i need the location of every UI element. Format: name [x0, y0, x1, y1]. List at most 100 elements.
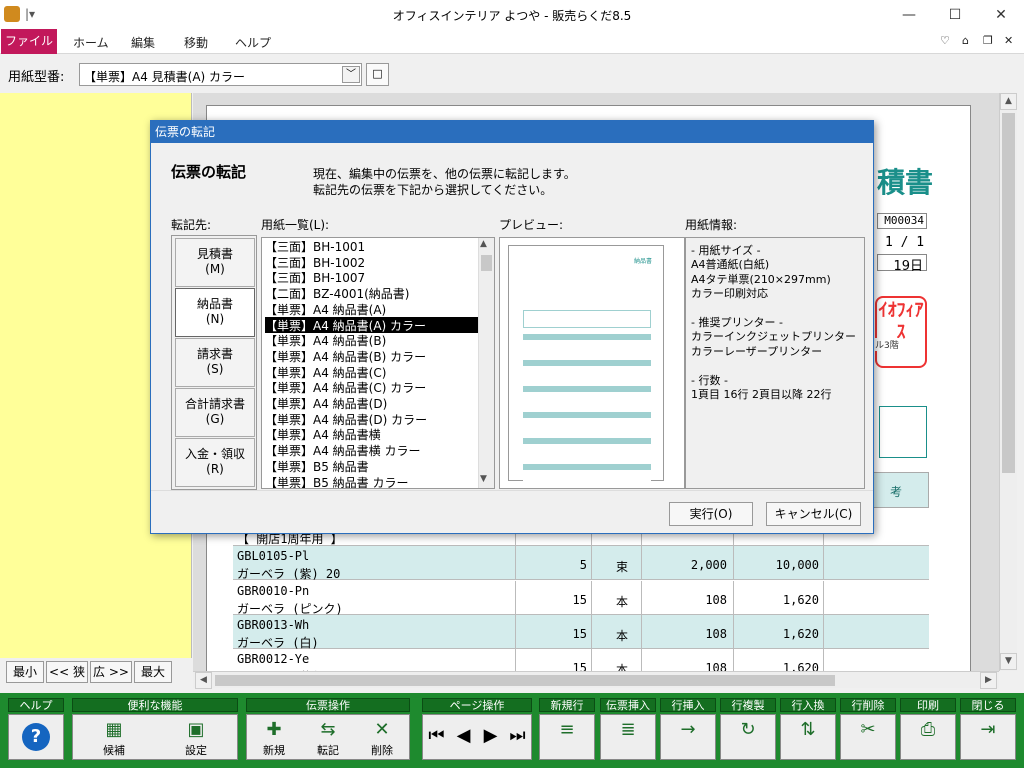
window-close-small-icon[interactable]: ✕ — [1004, 34, 1013, 47]
cell-price: 2,000 — [690, 558, 727, 572]
zoom-max-button[interactable]: 最大 — [134, 661, 172, 683]
table-row[interactable]: GBR0010-Pn ガーベラ (ピンク) 15 本 108 1,620 — [233, 581, 929, 616]
list-scrollbar[interactable]: ▲ ▼ — [478, 238, 494, 488]
dest-button-label: 合計請求書 — [184, 397, 245, 411]
form-list-item[interactable]: 【単票】A4 納品書横 カラー — [265, 442, 479, 458]
preview-line — [523, 412, 651, 418]
bottom-button-6-0[interactable]: → — [661, 715, 715, 759]
company-stamp: ｲｵﾌｨｱｽ — [875, 296, 927, 368]
bottom-button-label: 設定 — [185, 744, 207, 757]
bottom-button-0-0[interactable]: ? — [9, 715, 63, 759]
cell-divider — [733, 615, 734, 648]
minimize-icon[interactable]: — — [886, 0, 932, 30]
bottom-group-8: 行入換 ⇅ — [780, 698, 836, 760]
bottom-group-label: ページ操作 — [422, 698, 532, 712]
scroll-right-icon[interactable]: ▶ — [980, 672, 997, 689]
bottom-group-label: ヘルプ — [8, 698, 64, 712]
zoom-narrow-button[interactable]: << 狭 — [46, 661, 88, 683]
menu-edit[interactable]: 編集 — [131, 34, 155, 51]
form-list-item[interactable]: 【単票】A4 納品書横 — [265, 426, 479, 442]
list-scroll-up-icon[interactable]: ▲ — [480, 239, 487, 249]
menu-file[interactable]: ファイル — [1, 29, 57, 54]
table-row[interactable]: GBL0105-Pl ガーベラ (紫) 20 5 束 2,000 10,000 — [233, 546, 929, 581]
bottom-button-4-0[interactable]: ≡ — [540, 715, 594, 759]
form-list-item[interactable]: 【単票】B5 納品書 カラー — [265, 474, 479, 489]
cell-amount: 1,620 — [782, 627, 819, 641]
form-list-item[interactable]: 【三面】BH-1002 — [265, 254, 479, 270]
cell-code: GBR0010-Pn — [237, 584, 310, 598]
bottom-button-2-2[interactable]: ✕ 削除 — [355, 715, 409, 759]
execute-button[interactable]: 実行(O) — [669, 502, 753, 526]
form-list-item[interactable]: 【単票】A4 納品書(D) カラー — [265, 411, 479, 427]
next-page-icon: ▶ — [483, 725, 498, 746]
dest-button-2[interactable]: 請求書 (S) — [175, 338, 255, 387]
bottom-group-9: 行削除 ✂ — [840, 698, 896, 760]
form-list-item[interactable]: 【単票】A4 納品書(D) — [265, 395, 479, 411]
info-label: 用紙情報: — [685, 218, 738, 232]
form-list-item[interactable]: 【単票】A4 納品書(C) — [265, 364, 479, 380]
bottom-group-body: ≣ — [600, 714, 656, 760]
scroll-thumb[interactable] — [1002, 113, 1015, 473]
form-option-button[interactable]: □ — [366, 63, 389, 86]
horizontal-scrollbar[interactable]: ◀ ▶ — [193, 671, 999, 689]
bottom-button-11-0[interactable]: ⇥ — [961, 715, 1015, 759]
restore-ribbon-icon[interactable]: ⌂ — [962, 34, 969, 47]
dest-button-1[interactable]: 納品書 (N) — [175, 288, 255, 337]
bottom-button-1-1[interactable]: ▣ 設定 — [155, 715, 237, 759]
zoom-min-button[interactable]: 最小 — [6, 661, 44, 683]
bottom-group-label: 行削除 — [840, 698, 896, 712]
bottom-button-3-0[interactable]: ⏮ — [423, 715, 450, 759]
form-type-select[interactable]: 【単票】A4 見積書(A) カラー ﹀ — [79, 63, 362, 86]
list-scroll-down-icon[interactable]: ▼ — [480, 474, 487, 484]
zoom-wide-button[interactable]: 広 >> — [90, 661, 132, 683]
form-list-item[interactable]: 【単票】A4 納品書(C) カラー — [265, 379, 479, 395]
hscroll-thumb[interactable] — [215, 675, 835, 686]
bottom-button-8-0[interactable]: ⇅ — [781, 715, 835, 759]
bottom-button-10-0[interactable]: ⎙ — [901, 715, 955, 759]
maximize-icon[interactable]: ☐ — [932, 0, 978, 30]
form-list-item[interactable]: 【三面】BH-1001 — [265, 238, 479, 254]
menu-help[interactable]: ヘルプ — [235, 34, 271, 51]
dialog-footer — [151, 490, 873, 533]
cell-price: 108 — [705, 627, 727, 641]
form-list-item[interactable]: 【単票】A4 納品書(A) カラー — [265, 316, 479, 333]
favorite-icon[interactable]: ♡ — [940, 34, 950, 47]
form-list[interactable]: 【三面】BH-1001 【三面】BH-1002 【三面】BH-1007 【二面】BZ-… — [261, 237, 495, 489]
vertical-scrollbar[interactable]: ▲ ▼ — [999, 93, 1017, 671]
form-list-item[interactable]: 【単票】A4 納品書(B) — [265, 332, 479, 348]
form-list-item[interactable]: 【単票】B5 納品書 — [265, 458, 479, 474]
form-list-item[interactable]: 【三面】BH-1007 — [265, 269, 479, 285]
bottom-button-7-0[interactable]: ↻ — [721, 715, 775, 759]
cell-divider — [641, 581, 642, 614]
form-list-item[interactable]: 【二面】BZ-4001(納品書) — [265, 285, 479, 301]
table-row[interactable]: GBR0013-Wh ガーベラ (白) 15 本 108 1,620 — [233, 615, 929, 650]
scroll-up-icon[interactable]: ▲ — [1000, 93, 1017, 110]
close-icon[interactable]: ✕ — [978, 0, 1024, 30]
menu-home[interactable]: ホーム — [73, 34, 109, 51]
bottom-button-3-3[interactable]: ⏭ — [504, 715, 531, 759]
scroll-down-icon[interactable]: ▼ — [1000, 653, 1017, 670]
window-restore-icon[interactable]: ❐ — [983, 34, 993, 47]
form-list-item[interactable]: 【単票】A4 納品書(A) — [265, 301, 479, 317]
scroll-left-icon[interactable]: ◀ — [195, 672, 212, 689]
bottom-button-5-0[interactable]: ≣ — [601, 715, 655, 759]
form-list-item[interactable]: 【単票】A4 納品書(B) カラー — [265, 348, 479, 364]
cancel-button[interactable]: キャンセル(C) — [766, 502, 861, 526]
preview-sheet: 納品書 — [508, 245, 664, 483]
dest-button-0[interactable]: 見積書 (M) — [175, 238, 255, 287]
cell-name: ガーベラ (紫) 20 — [237, 567, 341, 581]
menu-move[interactable]: 移動 — [184, 34, 208, 51]
list-scroll-thumb[interactable] — [481, 255, 492, 271]
bottom-button-9-0[interactable]: ✂ — [841, 715, 895, 759]
bottom-group-body: ✚ 新規 ⇆ 転記 ✕ 削除 — [246, 714, 410, 760]
dest-button-key: (R) — [206, 462, 224, 476]
bottom-button-3-1[interactable]: ◀ — [450, 715, 477, 759]
preview-line — [523, 399, 651, 405]
dest-button-3[interactable]: 合計請求書 (G) — [175, 388, 255, 437]
bottom-button-2-0[interactable]: ✚ 新規 — [247, 715, 301, 759]
dest-button-4[interactable]: 入金・領収 (R) — [175, 438, 255, 487]
chevron-down-icon[interactable]: ﹀ — [342, 66, 360, 83]
bottom-button-1-0[interactable]: ▦ 候補 — [73, 715, 155, 759]
bottom-button-2-1[interactable]: ⇆ 転記 — [301, 715, 355, 759]
bottom-button-3-2[interactable]: ▶ — [477, 715, 504, 759]
